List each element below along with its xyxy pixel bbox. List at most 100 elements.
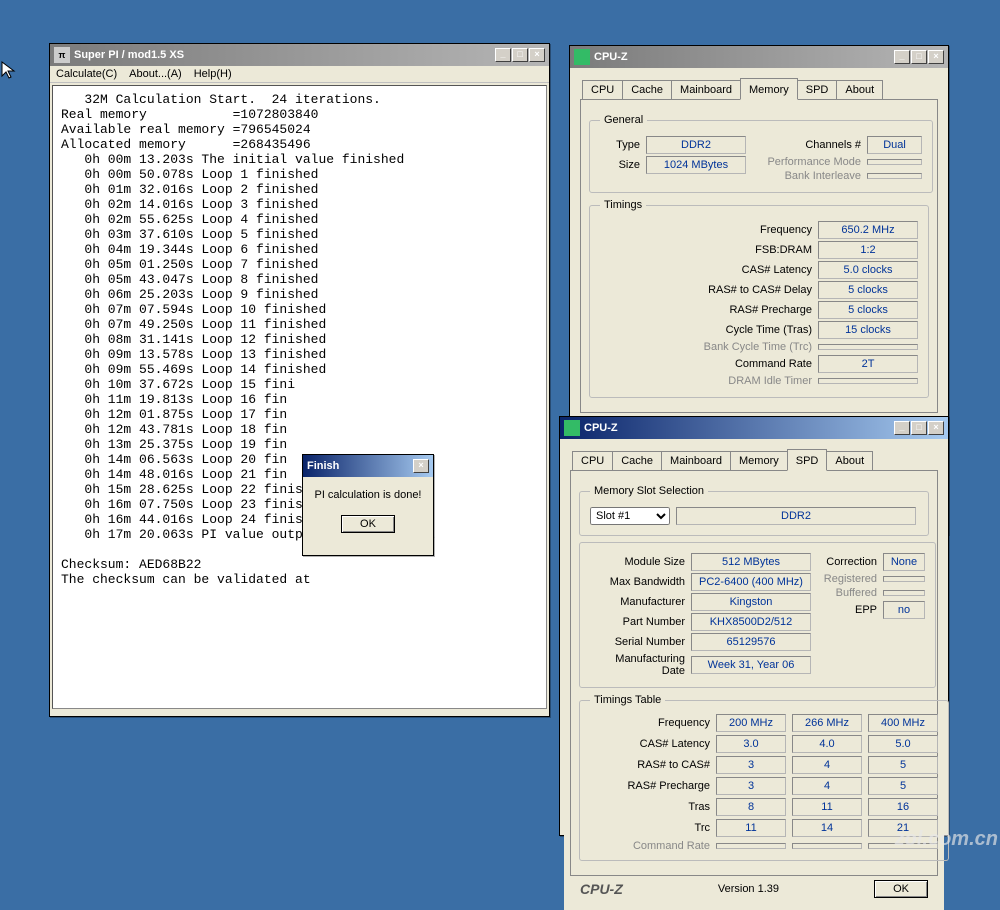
finish-dialog: Finish × PI calculation is done! OK bbox=[302, 454, 434, 556]
tab-spd[interactable]: SPD bbox=[797, 80, 838, 99]
spd-right-label: EPP bbox=[819, 604, 877, 616]
tab-mainboard[interactable]: Mainboard bbox=[661, 451, 731, 470]
tab-about[interactable]: About bbox=[836, 80, 883, 99]
timing-label: CAS# Latency bbox=[662, 264, 812, 276]
timing-value bbox=[818, 378, 918, 384]
menu-calculate[interactable]: Calculate(C) bbox=[56, 68, 117, 80]
timing-cell bbox=[792, 843, 862, 849]
timing-row-label: Command Rate bbox=[590, 840, 710, 852]
timing-cell: 4 bbox=[792, 756, 862, 774]
type-label: Type bbox=[600, 139, 640, 151]
finish-message: PI calculation is done! bbox=[311, 489, 425, 501]
spd-label: Max Bandwidth bbox=[590, 576, 685, 588]
close-button[interactable]: × bbox=[529, 48, 545, 62]
spd-value: 512 MBytes bbox=[691, 553, 811, 571]
timing-value: 1:2 bbox=[818, 241, 918, 259]
spd-label: Manufacturing Date bbox=[590, 653, 685, 677]
timing-freq-header: 400 MHz bbox=[868, 714, 938, 732]
bankinter-value bbox=[867, 173, 922, 179]
timing-value: 5 clocks bbox=[818, 281, 918, 299]
timing-value bbox=[818, 344, 918, 350]
finish-titlebar[interactable]: Finish × bbox=[303, 455, 433, 477]
maximize-button[interactable]: □ bbox=[911, 421, 927, 435]
timing-value: 5 clocks bbox=[818, 301, 918, 319]
close-button[interactable]: × bbox=[928, 50, 944, 64]
tab-memory[interactable]: Memory bbox=[730, 451, 788, 470]
spd-info-fieldset: Module Size512 MBytesMax BandwidthPC2-64… bbox=[579, 542, 936, 688]
timing-row-label: RAS# Precharge bbox=[590, 780, 710, 792]
tab-mainboard[interactable]: Mainboard bbox=[671, 80, 741, 99]
timing-cell: 11 bbox=[716, 819, 786, 837]
close-button[interactable]: × bbox=[413, 459, 429, 473]
cpuz-spd-title: CPU-Z bbox=[584, 422, 894, 434]
timings-table-legend: Timings Table bbox=[590, 694, 665, 706]
superpi-titlebar[interactable]: π Super PI / mod1.5 XS _ □ × bbox=[50, 44, 549, 66]
spd-value: KHX8500D2/512 bbox=[691, 613, 811, 631]
menu-about[interactable]: About...(A) bbox=[129, 68, 182, 80]
timing-cell: 16 bbox=[868, 798, 938, 816]
tab-cache[interactable]: Cache bbox=[622, 80, 672, 99]
cpuz-spd-titlebar[interactable]: CPU-Z _ □ × bbox=[560, 417, 948, 439]
timing-cell: 5 bbox=[868, 777, 938, 795]
timing-cell: 11 bbox=[792, 798, 862, 816]
maximize-button[interactable]: □ bbox=[911, 50, 927, 64]
type-value: DDR2 bbox=[646, 136, 746, 154]
spd-value: Week 31, Year 06 bbox=[691, 656, 811, 674]
timings-table-fieldset: Timings Table Frequency200 MHz266 MHz400… bbox=[579, 694, 949, 861]
watermark: zol.com.cn bbox=[895, 828, 998, 851]
spd-right-label: Buffered bbox=[819, 587, 877, 599]
tab-spd[interactable]: SPD bbox=[787, 449, 828, 471]
timing-label: FSB:DRAM bbox=[662, 244, 812, 256]
slot-type-value: DDR2 bbox=[676, 507, 916, 525]
spd-value: 65129576 bbox=[691, 633, 811, 651]
superpi-menubar: Calculate(C) About...(A) Help(H) bbox=[50, 66, 549, 83]
tab-cpu[interactable]: CPU bbox=[582, 80, 623, 99]
timing-label: Cycle Time (Tras) bbox=[662, 324, 812, 336]
tab-cpu[interactable]: CPU bbox=[572, 451, 613, 470]
size-value: 1024 MBytes bbox=[646, 156, 746, 174]
cpuz-icon bbox=[564, 420, 580, 436]
timing-row-label: Tras bbox=[590, 801, 710, 813]
cpuz-memory-tabs: CPUCacheMainboardMemorySPDAbout bbox=[580, 78, 938, 99]
timing-cell: 3.0 bbox=[716, 735, 786, 753]
general-fieldset: General TypeDDR2 Size1024 MBytes Channel… bbox=[589, 114, 933, 193]
minimize-button[interactable]: _ bbox=[894, 50, 910, 64]
timing-cell: 4 bbox=[792, 777, 862, 795]
tab-memory[interactable]: Memory bbox=[740, 78, 798, 100]
timing-label: DRAM Idle Timer bbox=[662, 375, 812, 387]
cpuz-memory-titlebar[interactable]: CPU-Z _ □ × bbox=[570, 46, 948, 68]
timing-cell: 5 bbox=[868, 756, 938, 774]
tab-cache[interactable]: Cache bbox=[612, 451, 662, 470]
channels-value: Dual bbox=[867, 136, 922, 154]
slot-select[interactable]: Slot #1 bbox=[590, 507, 670, 525]
close-button[interactable]: × bbox=[928, 421, 944, 435]
timing-cell bbox=[716, 843, 786, 849]
timing-cell: 3 bbox=[716, 777, 786, 795]
timing-label: Bank Cycle Time (Trc) bbox=[662, 341, 812, 353]
menu-help[interactable]: Help(H) bbox=[194, 68, 232, 80]
perfmode-label: Performance Mode bbox=[766, 156, 861, 168]
superpi-output: 32M Calculation Start. 24 iterations. Re… bbox=[52, 85, 547, 709]
channels-label: Channels # bbox=[766, 139, 861, 151]
timing-cell: 8 bbox=[716, 798, 786, 816]
timing-value: 5.0 clocks bbox=[818, 261, 918, 279]
mouse-cursor-icon bbox=[0, 60, 20, 80]
tab-about[interactable]: About bbox=[826, 451, 873, 470]
ok-button[interactable]: OK bbox=[874, 880, 928, 898]
timing-head-label: Frequency bbox=[590, 717, 710, 729]
spd-label: Part Number bbox=[590, 616, 685, 628]
spd-right-value: None bbox=[883, 553, 925, 571]
spd-right-value: no bbox=[883, 601, 925, 619]
minimize-button[interactable]: _ bbox=[894, 421, 910, 435]
maximize-button[interactable]: □ bbox=[512, 48, 528, 62]
finish-ok-button[interactable]: OK bbox=[341, 515, 395, 533]
cpuz-spd-window: CPU-Z _ □ × CPUCacheMainboardMemorySPDAb… bbox=[559, 416, 949, 836]
timing-cell: 3 bbox=[716, 756, 786, 774]
timing-value: 650.2 MHz bbox=[818, 221, 918, 239]
cpuz-brand-label: CPU-Z bbox=[580, 881, 623, 897]
perfmode-value bbox=[867, 159, 922, 165]
bankinter-label: Bank Interleave bbox=[766, 170, 861, 182]
timing-row-label: Trc bbox=[590, 822, 710, 834]
finish-title: Finish bbox=[307, 460, 413, 472]
minimize-button[interactable]: _ bbox=[495, 48, 511, 62]
